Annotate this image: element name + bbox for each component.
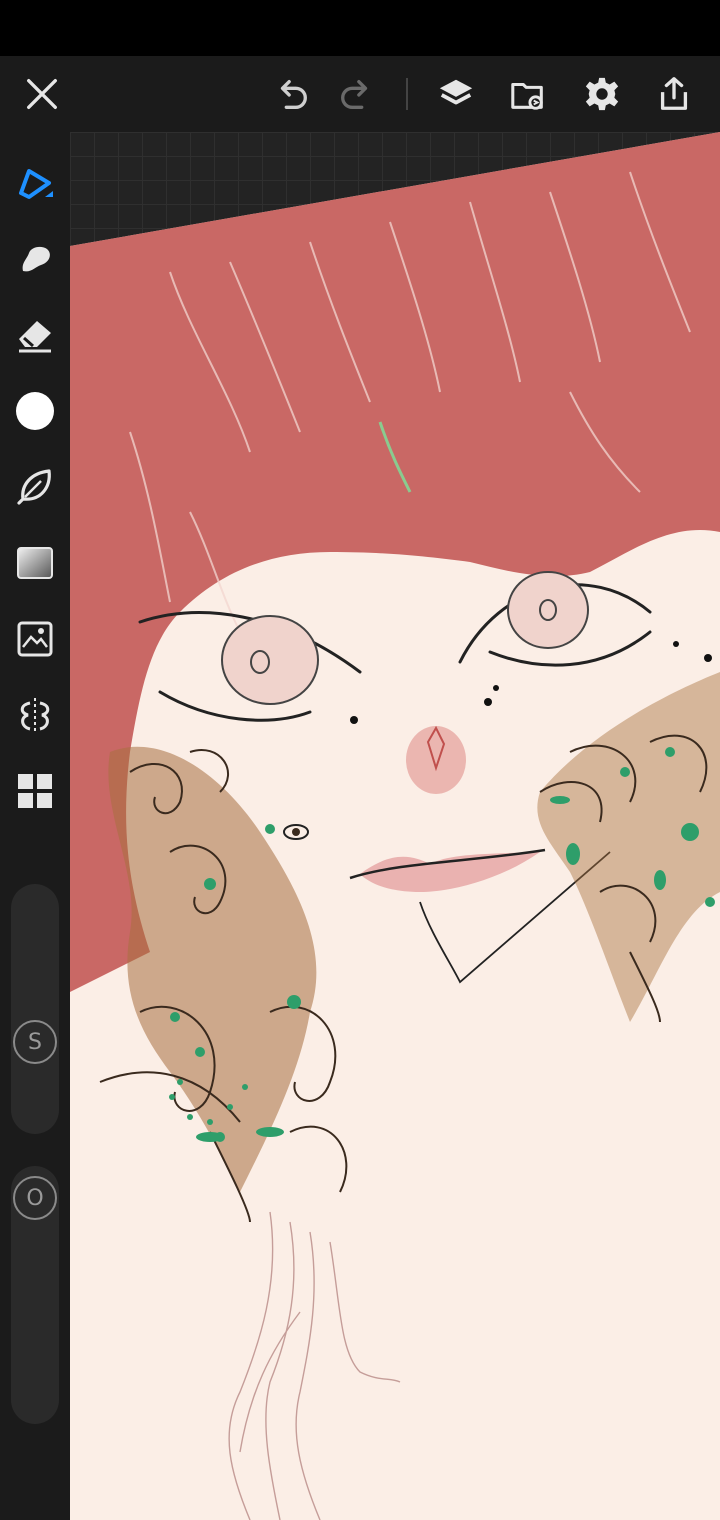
close-icon — [27, 79, 57, 109]
top-toolbar — [0, 56, 720, 132]
brush-tool-button[interactable] — [12, 160, 58, 206]
brush-size-slider[interactable] — [11, 884, 59, 1134]
settings-icon — [585, 77, 619, 111]
share-icon — [660, 77, 688, 110]
gallery-import-icon — [511, 82, 543, 110]
smudge-tool-icon — [22, 246, 50, 272]
toolbar-divider — [406, 78, 408, 110]
undo-icon — [280, 79, 307, 109]
fill-gradient-button[interactable] — [12, 540, 58, 586]
image-adjust-button[interactable] — [12, 616, 58, 662]
symmetry-button[interactable] — [12, 692, 58, 738]
gallery-import-button[interactable] — [506, 72, 550, 116]
quick-menu-button[interactable] — [12, 768, 58, 814]
drawing-canvas[interactable] — [70, 132, 720, 1520]
undo-button[interactable] — [270, 72, 314, 116]
share-button[interactable] — [652, 72, 696, 116]
quick-menu-icon — [18, 774, 52, 808]
close-button[interactable] — [20, 72, 64, 116]
eraser-tool-icon — [19, 321, 51, 353]
layers-icon — [439, 79, 473, 105]
redo-button[interactable] — [334, 72, 378, 116]
status-bar — [0, 0, 720, 56]
left-toolbar: S O — [0, 132, 70, 1520]
layers-button[interactable] — [434, 72, 478, 116]
lasso-tool-button[interactable] — [12, 464, 58, 510]
redo-icon — [341, 79, 368, 109]
artwork — [70, 132, 720, 1520]
color-swatch-button[interactable] — [12, 388, 58, 434]
opacity-label: O — [26, 1185, 44, 1211]
opacity-knob[interactable]: O — [13, 1176, 57, 1220]
settings-button[interactable] — [580, 72, 624, 116]
eraser-tool-button[interactable] — [12, 312, 58, 358]
lasso-tool-icon — [17, 469, 51, 505]
color-swatch — [16, 392, 54, 430]
brush-size-knob[interactable]: S — [13, 1020, 57, 1064]
image-adjust-icon — [17, 621, 53, 657]
brush-tool-icon — [19, 169, 53, 199]
symmetry-icon — [20, 698, 50, 732]
fill-gradient-icon — [17, 547, 53, 579]
smudge-tool-button[interactable] — [12, 236, 58, 282]
size-label: S — [28, 1029, 42, 1055]
